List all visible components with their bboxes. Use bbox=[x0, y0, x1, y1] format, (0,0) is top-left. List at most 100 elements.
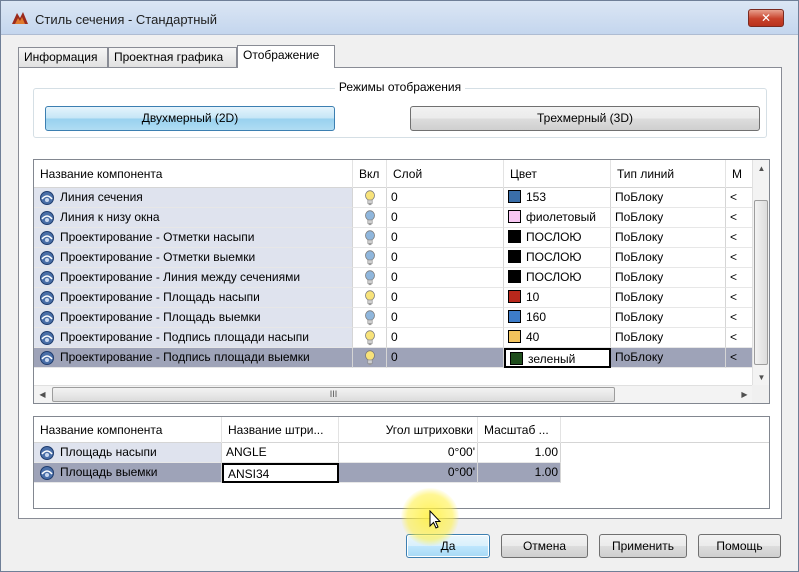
scroll-up-arrow-icon[interactable]: ▲ bbox=[753, 160, 769, 177]
col-header-hatch-angle[interactable]: Угол штриховки bbox=[339, 417, 478, 443]
component-row[interactable]: Проектирование - Площадь выемки 0 160 ПоБло… bbox=[34, 308, 753, 328]
layer-cell[interactable]: 0 bbox=[387, 228, 504, 248]
component-grid-vertical-scrollbar[interactable]: ▲ ▼ bbox=[752, 160, 769, 386]
visibility-toggle[interactable] bbox=[353, 208, 387, 228]
hatch-component-cell[interactable]: Площадь насыпи bbox=[34, 443, 222, 463]
more-cell[interactable]: < bbox=[726, 308, 753, 328]
more-cell[interactable]: < bbox=[726, 248, 753, 268]
layer-cell[interactable]: 0 bbox=[387, 268, 504, 288]
more-cell[interactable]: < bbox=[726, 228, 753, 248]
cancel-button[interactable]: Отмена bbox=[501, 534, 588, 558]
hatch-row[interactable]: Площадь выемки ANSI34 0°00' 1.00 bbox=[34, 463, 561, 483]
hatch-scale-cell[interactable]: 1.00 bbox=[478, 463, 561, 483]
lightbulb-off-icon[interactable] bbox=[364, 310, 376, 326]
component-row[interactable]: Линия сечения 0 153 ПоБлоку < bbox=[34, 188, 753, 208]
more-cell[interactable]: < bbox=[726, 288, 753, 308]
scroll-left-arrow-icon[interactable]: ◀ bbox=[34, 386, 51, 403]
layer-cell[interactable]: 0 bbox=[387, 308, 504, 328]
component-row[interactable]: Проектирование - Площадь насыпи 0 10 ПоБлок… bbox=[34, 288, 753, 308]
more-cell[interactable]: < bbox=[726, 328, 753, 348]
lightbulb-on-icon[interactable] bbox=[364, 290, 376, 306]
color-cell[interactable]: зеленый bbox=[504, 348, 611, 368]
component-row[interactable]: Проектирование - Подпись площади насыпи 0… bbox=[34, 328, 753, 348]
component-row[interactable]: Линия к низу окна 0 фиолетовый ПоБлоку < bbox=[34, 208, 753, 228]
scroll-down-arrow-icon[interactable]: ▼ bbox=[753, 369, 769, 386]
hatch-angle-cell[interactable]: 0°00' bbox=[339, 463, 478, 483]
vertical-scroll-thumb[interactable] bbox=[754, 200, 768, 365]
color-cell[interactable]: фиолетовый bbox=[504, 208, 611, 228]
layer-cell[interactable]: 0 bbox=[387, 188, 504, 208]
component-row[interactable]: Проектирование - Подпись площади выемки 0… bbox=[34, 348, 753, 368]
help-button[interactable]: Помощь bbox=[698, 534, 781, 558]
component-name-cell[interactable]: Проектирование - Площадь выемки bbox=[34, 308, 353, 328]
linetype-cell[interactable]: ПоБлоку bbox=[611, 328, 726, 348]
layer-cell[interactable]: 0 bbox=[387, 328, 504, 348]
lightbulb-off-icon[interactable] bbox=[364, 270, 376, 286]
more-cell[interactable]: < bbox=[726, 348, 753, 368]
component-row[interactable]: Проектирование - Отметки выемки 0 ПОСЛОЮ По… bbox=[34, 248, 753, 268]
lightbulb-on-icon[interactable] bbox=[364, 330, 376, 346]
component-row[interactable]: Проектирование - Отметки насыпи 0 ПОСЛОЮ По… bbox=[34, 228, 753, 248]
visibility-toggle[interactable] bbox=[353, 348, 387, 368]
layer-cell[interactable]: 0 bbox=[387, 248, 504, 268]
linetype-cell[interactable]: ПоБлоку bbox=[611, 228, 726, 248]
hatch-row[interactable]: Площадь насыпи ANGLE 0°00' 1.00 bbox=[34, 443, 561, 463]
col-header-layer[interactable]: Слой bbox=[387, 160, 504, 188]
lightbulb-on-icon[interactable] bbox=[364, 350, 376, 366]
linetype-cell[interactable]: ПоБлоку bbox=[611, 188, 726, 208]
color-cell[interactable]: 40 bbox=[504, 328, 611, 348]
layer-cell[interactable]: 0 bbox=[387, 348, 504, 368]
color-cell[interactable]: ПОСЛОЮ bbox=[504, 268, 611, 288]
layer-cell[interactable]: 0 bbox=[387, 208, 504, 228]
color-cell[interactable]: 153 bbox=[504, 188, 611, 208]
visibility-toggle[interactable] bbox=[353, 268, 387, 288]
mode-3d-button[interactable]: Трехмерный (3D) bbox=[410, 106, 760, 131]
component-name-cell[interactable]: Проектирование - Отметки насыпи bbox=[34, 228, 353, 248]
scroll-right-arrow-icon[interactable]: ▶ bbox=[736, 386, 753, 403]
visibility-toggle[interactable] bbox=[353, 248, 387, 268]
color-cell[interactable]: ПОСЛОЮ bbox=[504, 228, 611, 248]
linetype-cell[interactable]: ПоБлоку bbox=[611, 308, 726, 328]
linetype-cell[interactable]: ПоБлоку bbox=[611, 208, 726, 228]
color-cell[interactable]: 10 bbox=[504, 288, 611, 308]
tab-display[interactable]: Отображение bbox=[237, 45, 335, 68]
tab-design-graphics[interactable]: Проектная графика bbox=[108, 47, 237, 67]
layer-cell[interactable]: 0 bbox=[387, 288, 504, 308]
col-header-hatch-scale[interactable]: Масштаб ... bbox=[478, 417, 561, 443]
lightbulb-off-icon[interactable] bbox=[364, 250, 376, 266]
visibility-toggle[interactable] bbox=[353, 308, 387, 328]
component-name-cell[interactable]: Проектирование - Линия между сечениями bbox=[34, 268, 353, 288]
color-cell[interactable]: ПОСЛОЮ bbox=[504, 248, 611, 268]
component-grid-horizontal-scrollbar[interactable]: ◀ III ▶ bbox=[34, 385, 753, 403]
lightbulb-off-icon[interactable] bbox=[364, 230, 376, 246]
col-header-color[interactable]: Цвет bbox=[504, 160, 611, 188]
hatch-pattern-cell[interactable]: ANSI34 bbox=[222, 463, 339, 483]
col-header-more[interactable]: М bbox=[726, 160, 753, 188]
tab-information[interactable]: Информация bbox=[18, 47, 108, 67]
linetype-cell[interactable]: ПоБлоку bbox=[611, 248, 726, 268]
lightbulb-on-icon[interactable] bbox=[364, 190, 376, 206]
more-cell[interactable]: < bbox=[726, 208, 753, 228]
component-name-cell[interactable]: Проектирование - Отметки выемки bbox=[34, 248, 353, 268]
lightbulb-off-icon[interactable] bbox=[364, 210, 376, 226]
hatch-scale-cell[interactable]: 1.00 bbox=[478, 443, 561, 463]
visibility-toggle[interactable] bbox=[353, 288, 387, 308]
component-name-cell[interactable]: Проектирование - Подпись площади насыпи bbox=[34, 328, 353, 348]
component-name-cell[interactable]: Проектирование - Площадь насыпи bbox=[34, 288, 353, 308]
linetype-cell[interactable]: ПоБлоку bbox=[611, 288, 726, 308]
more-cell[interactable]: < bbox=[726, 188, 753, 208]
visibility-toggle[interactable] bbox=[353, 188, 387, 208]
col-header-pattern-name[interactable]: Название штри... bbox=[222, 417, 339, 443]
close-button[interactable]: ✕ bbox=[748, 9, 784, 27]
more-cell[interactable]: < bbox=[726, 268, 753, 288]
color-cell[interactable]: 160 bbox=[504, 308, 611, 328]
mode-2d-button[interactable]: Двухмерный (2D) bbox=[45, 106, 335, 131]
component-name-cell[interactable]: Проектирование - Подпись площади выемки bbox=[34, 348, 353, 368]
linetype-cell[interactable]: ПоБлоку bbox=[611, 348, 726, 368]
apply-button[interactable]: Применить bbox=[599, 534, 687, 558]
ok-button[interactable]: Да bbox=[406, 534, 490, 558]
hatch-pattern-cell[interactable]: ANGLE bbox=[222, 443, 339, 463]
hatch-angle-cell[interactable]: 0°00' bbox=[339, 443, 478, 463]
component-row[interactable]: Проектирование - Линия между сечениями 0 П… bbox=[34, 268, 753, 288]
linetype-cell[interactable]: ПоБлоку bbox=[611, 268, 726, 288]
